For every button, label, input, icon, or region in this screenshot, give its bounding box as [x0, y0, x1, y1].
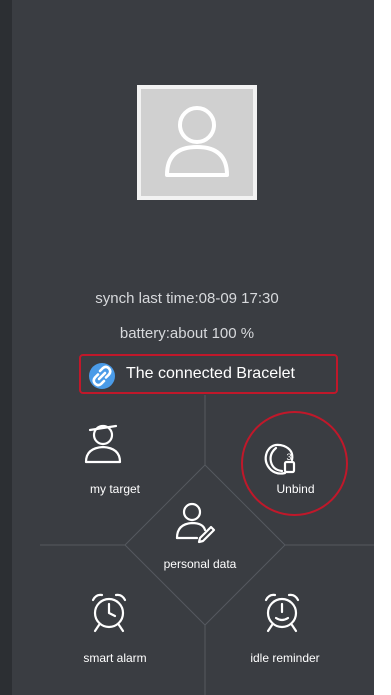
svg-text:3: 3: [287, 452, 292, 462]
alarm-clock-icon: [91, 593, 127, 633]
smart-alarm-button[interactable]: smart alarm: [60, 590, 170, 670]
connected-bracelet-label: The connected Bracelet: [126, 365, 295, 382]
smart-alarm-label: smart alarm: [83, 651, 147, 665]
my-target-button[interactable]: my target: [60, 420, 170, 500]
my-target-label: my target: [89, 482, 140, 496]
personal-data-button[interactable]: personal data: [140, 500, 260, 575]
user-silhouette-icon: [165, 106, 229, 177]
person-edit-icon: [175, 502, 216, 544]
bracelet-settings-screen: synch last time:08-09 17:30 battery:abou…: [0, 0, 374, 695]
connected-bracelet-button[interactable]: The connected Bracelet: [79, 354, 338, 394]
target-person-icon: [84, 424, 122, 464]
personal-data-label: personal data: [163, 557, 237, 571]
idle-reminder-label: idle reminder: [250, 651, 320, 665]
unbind-label: Unbind: [276, 482, 315, 496]
bracelet-unbind-icon: 3: [264, 443, 296, 475]
sync-time-text: synch last time:08-09 17:30: [95, 290, 279, 307]
idle-alarm-icon: [264, 593, 300, 633]
link-icon: [89, 363, 115, 389]
battery-text: battery:about 100 %: [119, 325, 255, 342]
avatar[interactable]: [137, 85, 257, 200]
idle-reminder-button[interactable]: idle reminder: [225, 590, 345, 670]
